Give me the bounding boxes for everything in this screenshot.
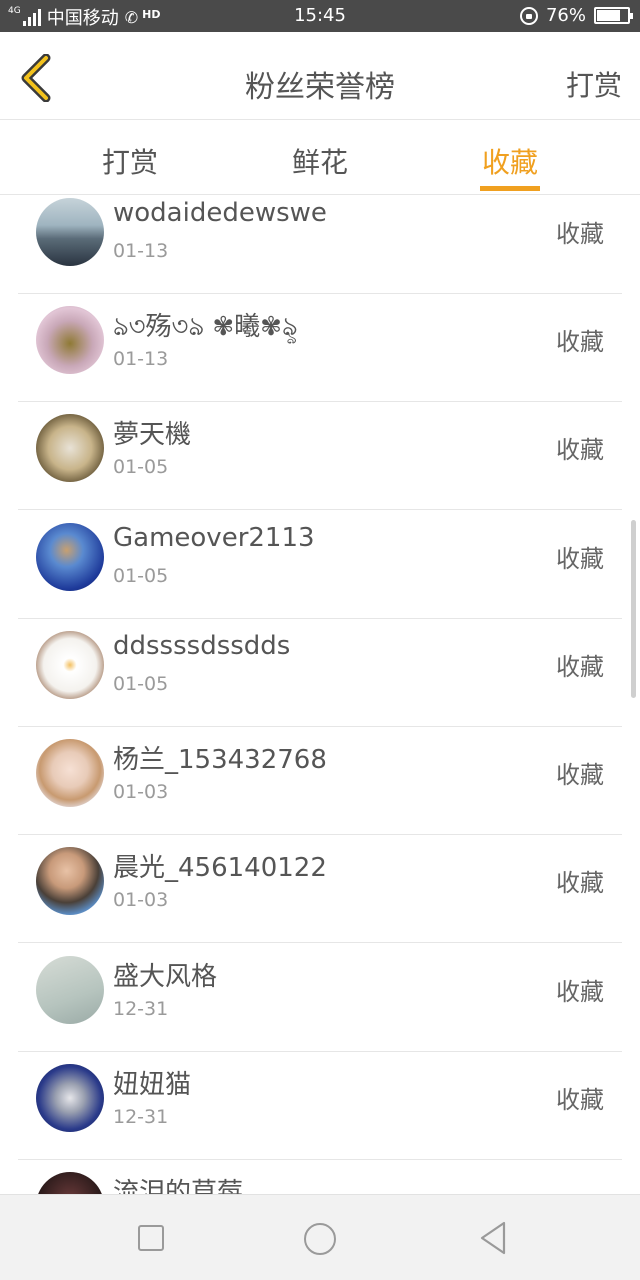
list-item[interactable]: 流泪的草莓 <box>18 1160 622 1194</box>
fan-date: 01-13 <box>113 240 169 262</box>
list-item[interactable]: Gameover2113 01-05 收藏 <box>18 511 622 619</box>
avatar[interactable] <box>36 739 104 807</box>
circle-home-icon[interactable] <box>304 1223 336 1255</box>
fan-date: 12-31 <box>113 1106 169 1128</box>
tab-favorites[interactable]: 收藏 <box>450 121 570 195</box>
avatar[interactable] <box>36 631 104 699</box>
fan-name: 盛大风格 <box>113 962 218 992</box>
fan-action: 收藏 <box>556 869 604 897</box>
fan-action: 收藏 <box>556 436 604 464</box>
avatar[interactable] <box>36 956 104 1024</box>
fan-action: 收藏 <box>556 545 604 573</box>
fan-list[interactable]: wodaidedewswe 01-13 收藏 ঌ৩殇৩ঌ ✾曦✾ৡ 01-13 … <box>0 196 640 1194</box>
battery-percent: 76% <box>545 5 586 26</box>
fan-name: 晨光_456140122 <box>113 853 327 883</box>
fan-action: 收藏 <box>556 978 604 1006</box>
rotation-lock-icon <box>519 6 538 25</box>
avatar[interactable] <box>36 1172 104 1194</box>
fan-date: 01-03 <box>113 889 169 911</box>
fan-date: 01-05 <box>113 565 169 587</box>
tab-reward[interactable]: 打赏 <box>70 121 190 195</box>
system-navbar <box>0 1194 640 1280</box>
list-item[interactable]: 妞妞猫 12-31 收藏 <box>18 1052 622 1160</box>
battery-icon <box>594 7 633 24</box>
list-item[interactable]: 夢天機 01-05 收藏 <box>18 402 622 510</box>
avatar[interactable] <box>36 847 104 915</box>
active-tab-indicator <box>480 186 540 191</box>
avatar[interactable] <box>36 198 104 266</box>
avatar[interactable] <box>36 1064 104 1132</box>
fan-date: 01-03 <box>113 781 169 803</box>
tab-favorites-label: 收藏 <box>481 146 538 179</box>
page-title: 粉丝荣誉榜 <box>245 70 395 105</box>
tab-bar: 打赏 鲜花 收藏 <box>0 121 640 195</box>
fan-name: 流泪的草莓 <box>113 1178 244 1194</box>
tab-flowers-label: 鲜花 <box>291 146 348 179</box>
fan-name: ঌ৩殇৩ঌ ✾曦✾ৡ <box>113 312 298 342</box>
tab-reward-label: 打赏 <box>101 146 158 179</box>
avatar[interactable] <box>36 306 104 374</box>
list-item[interactable]: 杨兰_153432768 01-03 收藏 <box>18 727 622 835</box>
fan-action: 收藏 <box>556 653 604 681</box>
fan-name: 夢天機 <box>113 420 192 450</box>
list-item[interactable]: ঌ৩殇৩ঌ ✾曦✾ৡ 01-13 收藏 <box>18 294 622 402</box>
fan-name: Gameover2113 <box>113 523 315 553</box>
fan-date: 01-05 <box>113 673 169 695</box>
list-item[interactable]: 晨光_456140122 01-03 收藏 <box>18 835 622 943</box>
scrollbar[interactable] <box>631 520 636 698</box>
fan-name: wodaidedewswe <box>113 198 327 228</box>
list-item[interactable]: 盛大风格 12-31 收藏 <box>18 944 622 1052</box>
square-recents-icon[interactable] <box>138 1225 164 1251</box>
list-item[interactable]: ddssssdssdds 01-05 收藏 <box>18 619 622 727</box>
avatar[interactable] <box>36 523 104 591</box>
reward-button[interactable]: 打赏 <box>566 64 622 104</box>
fan-action: 收藏 <box>556 1086 604 1114</box>
list-item[interactable]: wodaidedewswe 01-13 收藏 <box>18 196 622 294</box>
fan-action: 收藏 <box>556 761 604 789</box>
tab-flowers[interactable]: 鲜花 <box>260 121 380 195</box>
status-right: 76% <box>519 5 633 26</box>
header: 粉丝荣誉榜 打赏 <box>0 32 640 120</box>
fan-date: 12-31 <box>113 998 169 1020</box>
fan-name: 杨兰_153432768 <box>113 745 327 775</box>
fan-date: 01-05 <box>113 456 169 478</box>
fan-name: ddssssdssdds <box>113 631 291 661</box>
fan-action: 收藏 <box>556 328 604 356</box>
avatar[interactable] <box>36 414 104 482</box>
fan-action: 收藏 <box>556 220 604 248</box>
fan-date: 01-13 <box>113 348 169 370</box>
triangle-back-icon[interactable] <box>478 1221 508 1255</box>
fan-name: 妞妞猫 <box>113 1070 192 1100</box>
status-bar: 4G 中国移动 ✆ HD 15:45 76% <box>0 0 640 32</box>
